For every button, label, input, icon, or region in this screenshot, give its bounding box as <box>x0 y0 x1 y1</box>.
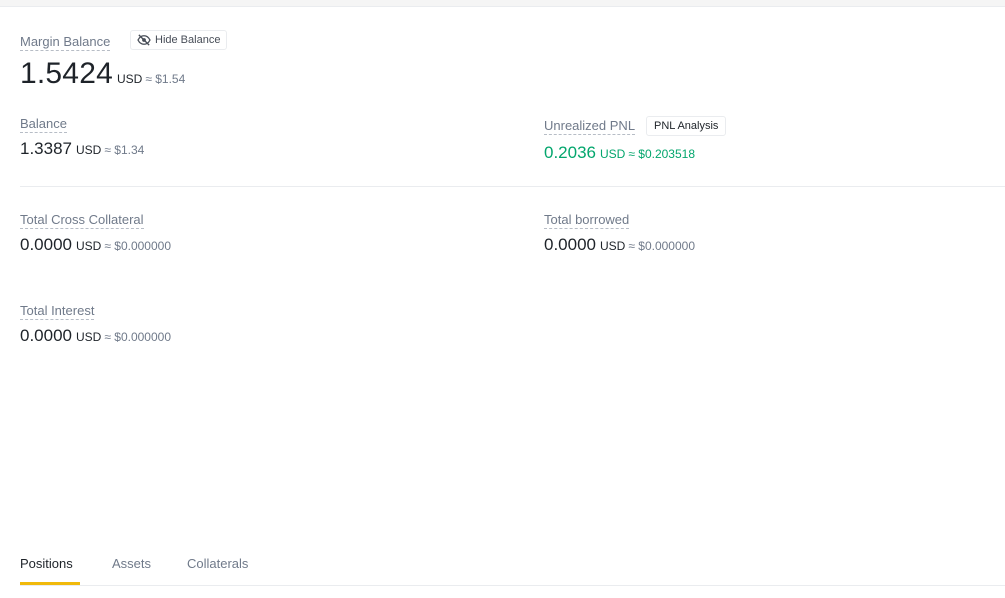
unrealized-pnl-value: 0.2036 <box>544 143 596 162</box>
unrealized-pnl-unit: USD <box>600 147 626 161</box>
section-divider <box>20 186 1005 187</box>
total-cross-collateral-approx: ≈ $0.000000 <box>104 239 171 253</box>
margin-balance-unit: USD <box>116 72 143 86</box>
total-borrowed-label[interactable]: Total borrowed <box>544 212 630 229</box>
tabs-underline <box>20 585 1005 586</box>
total-cross-collateral-value-row: 0.0000 USD ≈ $0.000000 <box>20 235 171 255</box>
unrealized-pnl-value-row: 0.2036 USD ≈ $0.203518 <box>544 143 695 163</box>
balance-label[interactable]: Balance <box>20 116 67 133</box>
margin-balance-label[interactable]: Margin Balance <box>20 34 111 51</box>
hide-balance-label: Hide Balance <box>155 34 221 46</box>
total-interest-label[interactable]: Total Interest <box>20 303 95 320</box>
unrealized-pnl-approx: ≈ $0.203518 <box>628 147 695 161</box>
top-strip <box>0 0 1005 7</box>
tab-assets[interactable]: Assets <box>112 556 151 571</box>
balance-approx: ≈ $1.34 <box>104 143 145 157</box>
margin-balance-approx: ≈ $1.54 <box>145 72 186 86</box>
total-cross-collateral-value: 0.0000 <box>20 235 72 254</box>
total-borrowed-value: 0.0000 <box>544 235 596 254</box>
balance-value: 1.3387 <box>20 139 72 158</box>
total-borrowed-approx: ≈ $0.000000 <box>628 239 695 253</box>
pnl-analysis-button[interactable]: PNL Analysis <box>646 116 727 136</box>
tab-collaterals[interactable]: Collaterals <box>187 556 248 571</box>
total-interest-value: 0.0000 <box>20 326 72 345</box>
hide-balance-button[interactable]: Hide Balance <box>130 30 228 50</box>
margin-balance-value: 1.5424 <box>20 57 113 90</box>
balance-value-row: 1.3387 USD ≈ $1.34 <box>20 139 144 159</box>
total-borrowed-value-row: 0.0000 USD ≈ $0.000000 <box>544 235 695 255</box>
total-borrowed-unit: USD <box>600 239 626 253</box>
tab-positions[interactable]: Positions <box>20 556 73 571</box>
total-cross-collateral-label[interactable]: Total Cross Collateral <box>20 212 144 229</box>
total-interest-unit: USD <box>76 330 102 344</box>
margin-balance-value-row: 1.5424 USD ≈ $1.54 <box>20 57 185 91</box>
eye-off-icon <box>137 34 151 46</box>
balance-unit: USD <box>76 143 102 157</box>
unrealized-pnl-label[interactable]: Unrealized PNL <box>544 118 636 135</box>
total-interest-approx: ≈ $0.000000 <box>104 330 171 344</box>
total-cross-collateral-unit: USD <box>76 239 102 253</box>
total-interest-value-row: 0.0000 USD ≈ $0.000000 <box>20 326 171 346</box>
